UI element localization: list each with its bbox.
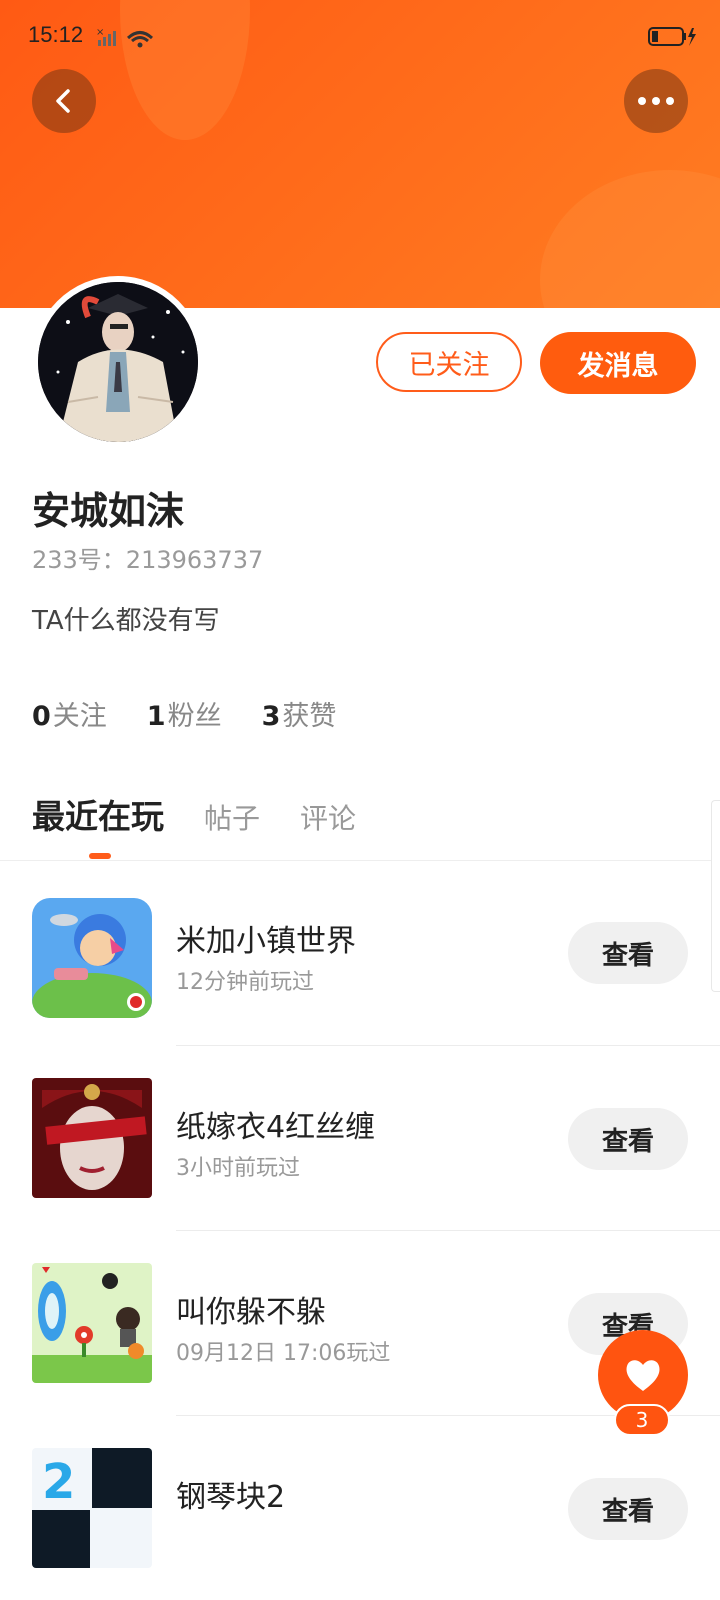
view-button[interactable]: 查看 — [568, 1108, 688, 1170]
heart-icon — [626, 1360, 660, 1391]
active-tab-indicator — [89, 853, 111, 859]
more-dots-icon — [638, 97, 674, 105]
battery-icon — [648, 26, 696, 46]
stat-count: 1 — [146, 701, 166, 732]
svg-text:×: × — [96, 27, 104, 38]
followed-button[interactable]: 已关注 — [376, 332, 522, 392]
list-item[interactable]: 米加小镇世界 12分钟前玩过 查看 — [0, 862, 720, 1046]
tab-comments[interactable]: 评论 — [300, 797, 356, 837]
list-item[interactable]: 2 钢琴块2 查看 — [0, 1416, 720, 1600]
game-icon-piano-tiles: 2 — [32, 1448, 152, 1568]
user-id: 233号：213963737 — [32, 546, 264, 574]
avatar[interactable] — [32, 276, 204, 448]
view-button[interactable]: 查看 — [568, 1478, 688, 1540]
view-button[interactable]: 查看 — [568, 922, 688, 984]
username: 安城如沫 — [32, 489, 185, 533]
game-last-played: 12分钟前玩过 — [176, 970, 314, 995]
tab-posts[interactable]: 帖子 — [204, 797, 260, 837]
banner-decoration — [540, 170, 720, 308]
stat-following[interactable]: 0关注 — [32, 694, 107, 733]
stat-likes[interactable]: 3获赞 — [262, 694, 337, 733]
game-last-played: 3小时前玩过 — [176, 1156, 300, 1181]
tab-recently-played[interactable]: 最近在玩 — [32, 790, 164, 838]
game-title: 纸嫁衣4红丝缠 — [176, 1110, 376, 1145]
more-button[interactable] — [624, 69, 688, 133]
stat-count: 3 — [261, 701, 281, 732]
svg-text:2: 2 — [42, 1454, 75, 1510]
game-icon-paper-bride — [32, 1078, 152, 1198]
back-button[interactable] — [32, 69, 96, 133]
list-item[interactable]: 纸嫁衣4红丝缠 3小时前玩过 查看 — [0, 1046, 720, 1230]
profile-tabs: 最近在玩 帖子 评论 — [32, 790, 396, 838]
back-arrow-icon — [56, 89, 70, 113]
stat-followers[interactable]: 1粉丝 — [147, 694, 222, 733]
game-title: 钢琴块2 — [176, 1480, 286, 1515]
profile-stats: 0关注 1粉丝 3获赞 — [32, 694, 376, 733]
stat-count: 0 — [32, 701, 51, 732]
send-message-button[interactable]: 发消息 — [540, 332, 696, 394]
banner-decoration — [120, 0, 250, 140]
stat-label: 粉丝 — [167, 701, 222, 732]
game-icon-miga-town — [32, 898, 152, 1018]
divider — [0, 860, 720, 861]
like-count-badge: 3 — [614, 1404, 670, 1436]
user-bio: TA什么都没有写 — [32, 606, 220, 636]
game-title: 叫你躲不躲 — [176, 1295, 326, 1330]
game-icon-hide — [32, 1263, 152, 1383]
stat-label: 获赞 — [282, 701, 337, 732]
status-time: 15:12 — [28, 22, 84, 47]
game-title: 米加小镇世界 — [176, 924, 356, 959]
game-last-played: 09月12日 17:06玩过 — [176, 1341, 391, 1366]
stat-label: 关注 — [52, 701, 107, 732]
avatar-image — [38, 282, 198, 442]
signal-wifi-icons: × — [96, 26, 156, 52]
